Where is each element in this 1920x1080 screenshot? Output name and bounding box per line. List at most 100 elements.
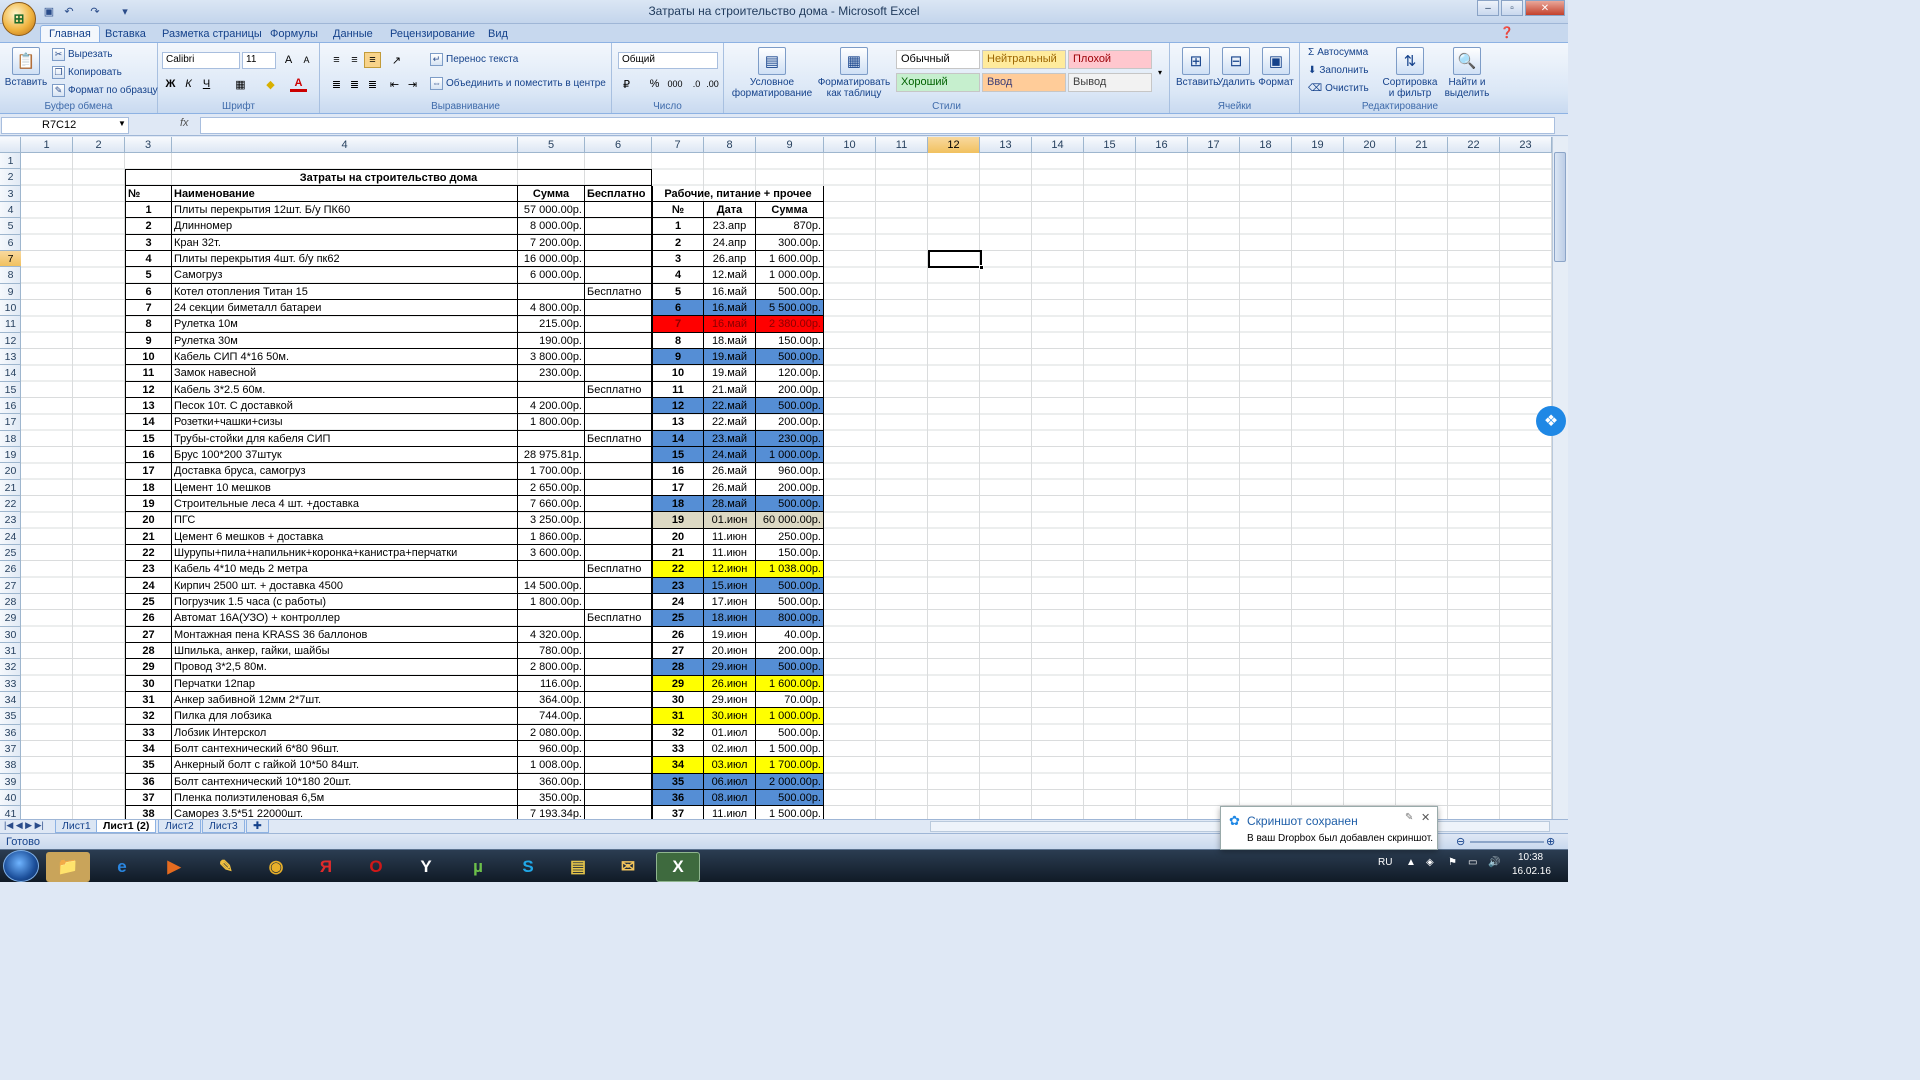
cell[interactable] (585, 544, 652, 562)
cell[interactable]: 4 (652, 267, 704, 284)
toast-close-icon[interactable]: ✕ (1421, 811, 1430, 824)
column-header[interactable]: 3 (125, 137, 172, 153)
cell[interactable]: 1 700.00р. (756, 757, 824, 774)
ie-icon[interactable]: e (100, 852, 144, 882)
borders-icon[interactable]: ▦ (232, 76, 249, 92)
cell[interactable]: 16.май (704, 299, 756, 317)
cell[interactable]: 30 (652, 691, 704, 709)
cell[interactable]: 20 (125, 512, 172, 529)
wrap-text-button[interactable]: ↵ Перенос текста (430, 53, 518, 66)
tab-home[interactable]: Главная (40, 25, 100, 42)
archive-icon[interactable]: ▤ (556, 852, 600, 882)
cell[interactable]: Болт сантехнический 10*180 20шт. (172, 773, 518, 790)
cell[interactable]: 25 (125, 593, 172, 611)
cell[interactable]: 364.00р. (518, 691, 585, 709)
cell[interactable]: 35 (652, 773, 704, 790)
cell[interactable]: 28 975.81р. (518, 446, 585, 464)
cell[interactable]: 200.00р. (756, 414, 824, 431)
cell[interactable]: 28.май (704, 495, 756, 513)
media-player-icon[interactable]: ▶ (152, 852, 196, 882)
cell[interactable]: 500.00р. (756, 659, 824, 676)
cell[interactable] (518, 283, 585, 300)
cell[interactable] (585, 626, 652, 643)
cell[interactable]: 17 (652, 479, 704, 496)
row-header[interactable]: 23 (0, 512, 21, 529)
align-bottom-icon[interactable]: ≡ (364, 52, 381, 68)
cell[interactable]: 780.00р. (518, 642, 585, 660)
cell[interactable]: Перчатки 12пар (172, 675, 518, 692)
conditional-format-button[interactable]: ▤ Условное форматирование (730, 47, 814, 99)
cell[interactable]: 500.00р. (756, 495, 824, 513)
fill-button[interactable]: ⬇ Заполнить (1308, 65, 1368, 76)
cell[interactable]: Анкерный болт с гайкой 10*50 84шт. (172, 757, 518, 774)
cell[interactable]: 11 (125, 365, 172, 382)
cell[interactable]: 1 (652, 218, 704, 235)
sheet-title[interactable]: Затраты на строительство дома (125, 169, 652, 186)
row-header[interactable]: 36 (0, 725, 21, 741)
row-header[interactable]: 5 (0, 218, 21, 235)
cell[interactable]: 230.00р. (518, 365, 585, 382)
cell[interactable]: 300.00р. (756, 234, 824, 251)
cell[interactable] (585, 201, 652, 219)
cell[interactable]: 2 380.00р. (756, 316, 824, 333)
format-painter-button[interactable]: ✎ Формат по образцу (52, 84, 158, 97)
tab-page-layout[interactable]: Разметка страницы (154, 25, 270, 42)
cell[interactable] (585, 659, 652, 676)
header-num[interactable]: № (125, 185, 172, 202)
cell[interactable]: 4 800.00р. (518, 299, 585, 317)
right-header-num[interactable]: № (652, 201, 704, 219)
fx-icon[interactable]: fx (180, 117, 198, 134)
cell[interactable]: 5 (652, 283, 704, 300)
cell[interactable]: 26.апр (704, 250, 756, 268)
cell[interactable] (585, 724, 652, 741)
tab-view[interactable]: Вид (480, 25, 516, 42)
format-cells-button[interactable]: ▣ Формат (1256, 47, 1296, 88)
column-header[interactable]: 20 (1344, 137, 1396, 153)
cell[interactable]: Бесплатно (585, 430, 652, 447)
excel-icon[interactable]: X (656, 852, 700, 882)
autosum-button[interactable]: Σ Автосумма (1308, 47, 1368, 58)
cell[interactable]: Монтажная пена KRASS 36 баллонов (172, 626, 518, 643)
tray-arrow-icon[interactable]: ▲ (1406, 857, 1416, 868)
cell[interactable]: 215.00р. (518, 316, 585, 333)
cell[interactable]: 11.июн (704, 528, 756, 545)
select-all-corner[interactable] (0, 137, 21, 153)
row-header[interactable]: 17 (0, 414, 21, 431)
cell[interactable]: 40.00р. (756, 626, 824, 643)
sheet-tab-active[interactable]: Лист1 (2) (96, 820, 157, 833)
cell[interactable]: 500.00р. (756, 593, 824, 611)
cell[interactable]: Бесплатно (585, 283, 652, 300)
sheet-tab-3[interactable]: Лист3 (202, 820, 245, 833)
tab-formulas[interactable]: Формулы (262, 25, 326, 42)
cell[interactable]: 16 (125, 446, 172, 464)
cell[interactable]: 21.май (704, 381, 756, 398)
close-button[interactable]: ✕ (1525, 0, 1565, 16)
cell[interactable]: 14 500.00р. (518, 577, 585, 594)
cell[interactable] (518, 561, 585, 578)
cell[interactable]: 870р. (756, 218, 824, 235)
cell[interactable]: 350.00р. (518, 789, 585, 807)
cell[interactable]: Анкер забивной 12мм 2*7шт. (172, 691, 518, 709)
cell[interactable]: Цемент 6 мешков + доставка (172, 528, 518, 545)
cell[interactable]: 19.май (704, 365, 756, 382)
dropbox-tray-icon[interactable]: ◈ (1426, 857, 1434, 868)
cell[interactable]: 12.май (704, 267, 756, 284)
cell[interactable]: 38 (125, 806, 172, 819)
insert-sheet-icon[interactable]: ✚ (246, 820, 269, 833)
cell[interactable]: Пленка полиэтиленовая 6,5м (172, 789, 518, 807)
cell[interactable]: 02.июл (704, 740, 756, 758)
row-header[interactable]: 18 (0, 431, 21, 447)
cell[interactable]: 28 (652, 659, 704, 676)
row-header[interactable]: 4 (0, 202, 21, 219)
cell[interactable]: Плиты перекрытия 4шт. б/у пк62 (172, 250, 518, 268)
cell[interactable]: 08.июл (704, 789, 756, 807)
cell[interactable]: 960.00р. (518, 740, 585, 758)
sheet-tab-2[interactable]: Лист2 (158, 820, 201, 833)
cell[interactable]: 12.июн (704, 561, 756, 578)
cell[interactable]: 6 000.00р. (518, 267, 585, 284)
style-bad[interactable]: Плохой (1068, 50, 1152, 69)
column-header[interactable]: 8 (704, 137, 756, 153)
cell[interactable]: 18.май (704, 332, 756, 349)
cell[interactable] (585, 348, 652, 366)
dropbox-notification[interactable]: ✿ Скриншот сохранен ✎ ✕ В ваш Dropbox бы… (1220, 806, 1438, 850)
